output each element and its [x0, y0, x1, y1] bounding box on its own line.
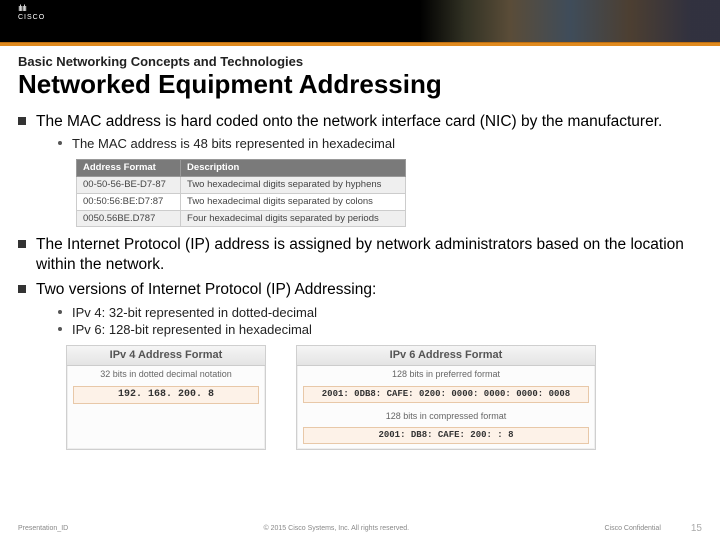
brand-logo: ılıılı CISCO — [0, 0, 45, 21]
footer-copyright: © 2015 Cisco Systems, Inc. All rights re… — [68, 525, 604, 532]
brand-text: CISCO — [18, 14, 45, 21]
ipv6-example2: 2001: DB8: CAFE: 200: : 8 — [303, 427, 589, 444]
mac-format-table: Address Format Description 00-50-56-BE-D… — [76, 159, 406, 228]
subbullet-ipv4: IPv 4: 32-bit represented in dotted-deci… — [58, 304, 702, 322]
ipv6-card-title: IPv 6 Address Format — [297, 346, 595, 367]
ipv4-example: 192. 168. 200. 8 — [73, 386, 259, 405]
slide-title: Networked Equipment Addressing — [18, 69, 702, 100]
ipv4-card: IPv 4 Address Format 32 bits in dotted d… — [66, 345, 266, 451]
bullet-list: The MAC address is hard coded onto the n… — [18, 112, 702, 450]
ipv4-card-sub: 32 bits in dotted decimal notation — [67, 366, 265, 383]
mac-th-format: Address Format — [77, 159, 181, 176]
bullet-mac: The MAC address is hard coded onto the n… — [18, 112, 702, 227]
slide-content: Basic Networking Concepts and Technologi… — [0, 46, 720, 450]
slide-pretitle: Basic Networking Concepts and Technologi… — [18, 54, 702, 69]
bullet-ip-versions: Two versions of Internet Protocol (IP) A… — [18, 280, 702, 450]
ipv4-card-title: IPv 4 Address Format — [67, 346, 265, 367]
ipv6-card: IPv 6 Address Format 128 bits in preferr… — [296, 345, 596, 451]
page-number: 15 — [691, 523, 702, 534]
header-photo-strip — [420, 0, 720, 42]
address-format-cards: IPv 4 Address Format 32 bits in dotted d… — [66, 345, 702, 451]
bullet-mac-text: The MAC address is hard coded onto the n… — [36, 113, 662, 130]
ipv6-sub2: 128 bits in compressed format — [297, 408, 595, 425]
ipv6-sub1: 128 bits in preferred format — [297, 366, 595, 383]
footer: Presentation_ID © 2015 Cisco Systems, In… — [0, 523, 720, 534]
table-row: 00-50-56-BE-D7-87 Two hexadecimal digits… — [77, 176, 406, 193]
footer-confidential: Cisco Confidential — [604, 525, 660, 532]
cisco-bars-icon: ılıılı — [18, 4, 45, 13]
mac-th-desc: Description — [181, 159, 406, 176]
footer-left: Presentation_ID — [18, 525, 68, 532]
bullet-ip-versions-text: Two versions of Internet Protocol (IP) A… — [36, 281, 376, 298]
table-row: 0050.56BE.D787 Four hexadecimal digits s… — [77, 210, 406, 227]
bullet-ip-assigned: The Internet Protocol (IP) address is as… — [18, 235, 702, 274]
subbullet-ipv6: IPv 6: 128-bit represented in hexadecima… — [58, 321, 702, 339]
header-bar: ılıılı CISCO — [0, 0, 720, 42]
subbullet-mac-bits: The MAC address is 48 bits represented i… — [58, 135, 702, 153]
ipv6-example1: 2001: 0DB8: CAFE: 0200: 0000: 0000: 0000… — [303, 386, 589, 403]
table-row: 00:50:56:BE:D7:87 Two hexadecimal digits… — [77, 193, 406, 210]
